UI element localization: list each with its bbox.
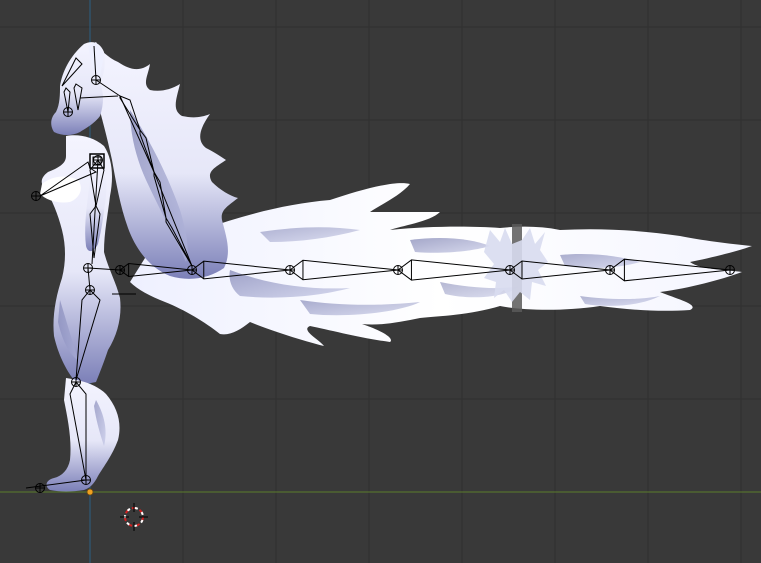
leg-mesh [46,378,120,492]
character-mesh[interactable] [40,42,752,492]
object-origin-dot[interactable] [86,488,94,496]
3d-viewport[interactable] [0,0,761,563]
3d-cursor-icon[interactable] [120,503,148,531]
torso-mesh [41,135,121,384]
hair-mesh [92,44,238,279]
